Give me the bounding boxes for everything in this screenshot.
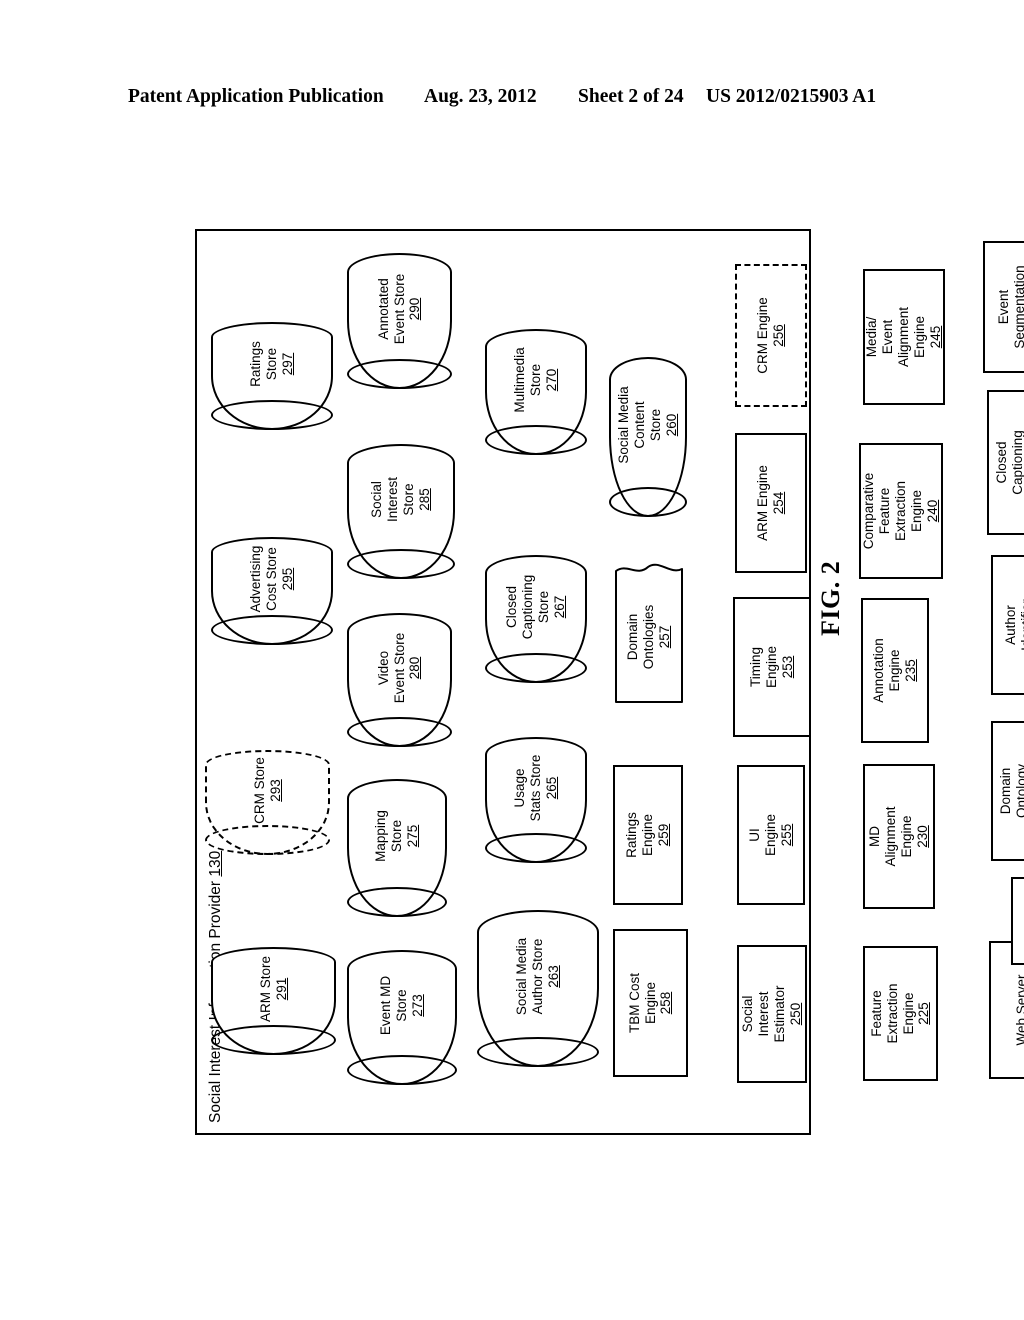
- datastore-closed-captioning-store[interactable]: Closed Captioning Store 267: [485, 555, 587, 683]
- node-ref: 273: [409, 994, 425, 1017]
- component-timing-engine[interactable]: Timing Engine 253: [733, 597, 811, 737]
- node-ref: 254: [771, 491, 786, 515]
- component-author-identifier[interactable]: AuthorIdentifier 210: [991, 555, 1024, 695]
- node-label: Web Server: [1014, 974, 1024, 1046]
- node-ref: 256: [771, 324, 786, 347]
- node-label: Usage Stats Store: [512, 754, 544, 822]
- node-ref: 291: [273, 977, 289, 1001]
- node-ref: 257: [656, 625, 672, 649]
- node-label: MD Alignment Engine: [867, 806, 914, 867]
- node-label: Feature Extraction Engine: [868, 983, 916, 1044]
- datastore-social-media-content-store[interactable]: Social Media Content Store 260: [609, 357, 687, 517]
- component-tbm-cost-engine[interactable]: TBM Cost Engine 258: [613, 929, 688, 1077]
- component-ui-engine[interactable]: UI Engine 255: [737, 765, 805, 905]
- node-ref: 235: [902, 659, 918, 682]
- datastore-ratings-store[interactable]: Ratings Store 297: [211, 322, 333, 430]
- datastore-event-md-store[interactable]: Event MD Store 273: [347, 950, 457, 1085]
- node-label: Video Event Store: [375, 632, 407, 704]
- component-media-event-alignment-engine[interactable]: Media/Event Alignment Engine 245: [863, 269, 945, 405]
- node-label: Author Identifier: [1003, 599, 1024, 651]
- node-label: Comparative Feature Extraction Engine: [861, 472, 924, 550]
- node-label: UI Engine: [747, 813, 779, 857]
- node-label: Media/Event Alignment Engine: [864, 306, 927, 368]
- publication-date: Aug. 23, 2012: [424, 86, 537, 107]
- datastore-video-event-store[interactable]: Video Event Store 280: [347, 613, 452, 747]
- component-domain-ontologies[interactable]: Domain Ontologies 257: [615, 553, 683, 703]
- node-label: Closed Captioning Store: [504, 574, 551, 640]
- node-label: TBM Cost Engine: [626, 973, 658, 1034]
- component-feature-extraction-engine[interactable]: Feature Extraction Engine 225: [863, 946, 938, 1081]
- node-ref: 285: [416, 488, 432, 511]
- node-ref: 230: [914, 825, 930, 848]
- node-label: ARM Store: [257, 955, 273, 1023]
- node-ref: 293: [267, 779, 283, 802]
- node-label: Multimedia Store: [512, 347, 544, 413]
- component-event-segmentation-engine[interactable]: EventSegmentationEngine 220: [983, 241, 1024, 373]
- publication-number: US 2012/0215903 A1: [706, 86, 877, 107]
- datastore-multimedia-store[interactable]: Multimedia Store 270: [485, 329, 587, 455]
- node-label: Domain Ontologies: [625, 604, 657, 670]
- datastore-social-media-author-store[interactable]: Social Media Author Store 263: [477, 910, 599, 1067]
- page-header: Patent Application Publication Aug. 23, …: [0, 86, 1024, 112]
- node-ref: 265: [543, 776, 559, 800]
- datastore-crm-store[interactable]: CRM Store 293: [205, 750, 330, 855]
- node-ref: 280: [407, 656, 423, 680]
- datastore-usage-stats-store[interactable]: Usage Stats Store 265: [485, 737, 587, 863]
- node-ref: 258: [658, 991, 674, 1015]
- node-ref: 263: [545, 965, 561, 988]
- node-ref: 290: [407, 297, 423, 321]
- node-ref: 260: [663, 413, 679, 437]
- component-crm-engine[interactable]: CRM Engine 256: [735, 264, 807, 407]
- node-label: ARM Engine: [755, 465, 771, 541]
- node-label: Social Media Content Store: [616, 386, 663, 464]
- node-label: ClosedCaptioningExtractor: [994, 430, 1024, 495]
- node-label: CRM Engine: [755, 297, 771, 374]
- node-ref: 245: [927, 325, 943, 349]
- node-label: CRM Store: [251, 757, 267, 824]
- datastore-arm-store[interactable]: ARM Store 291: [211, 947, 336, 1055]
- component-comparative-feature-extraction-engine[interactable]: Comparative Feature Extraction Engine 240: [859, 443, 943, 579]
- component-arm-engine[interactable]: ARM Engine 254: [735, 433, 807, 573]
- node-ref: 259: [655, 823, 671, 847]
- publication-title: Patent Application Publication: [128, 86, 384, 107]
- node-ref: 240: [924, 499, 940, 523]
- node-ref: 253: [779, 655, 795, 679]
- component-api[interactable]: API 202: [1011, 877, 1024, 965]
- datastore-annotated-event-store[interactable]: Annotated Event Store 290: [347, 253, 452, 389]
- node-label: Advertising Cost Store: [248, 545, 280, 613]
- component-annotation-engine[interactable]: Annotation Engine 235: [861, 598, 929, 743]
- node-label: Social Interest Estimator: [740, 985, 787, 1043]
- figure-caption: FIG. 2: [816, 560, 845, 636]
- node-label: Annotated Event Store: [375, 273, 407, 345]
- node-ref: 270: [543, 368, 559, 392]
- node-label: Mapping Store: [373, 810, 405, 862]
- node-label: DomainOntologyEngine: [998, 763, 1024, 819]
- datastore-advertising-cost-store[interactable]: Advertising Cost Store 295: [211, 537, 333, 645]
- node-label: Ratings Engine: [624, 812, 656, 858]
- component-domain-ontology-engine[interactable]: DomainOntologyEngine 205: [991, 721, 1024, 861]
- figure-2-diagram: Social Interest Information Provider 130…: [195, 229, 1024, 1135]
- node-label: Social Media Author Store: [514, 937, 546, 1016]
- node-label: Annotation Engine: [871, 638, 903, 703]
- component-md-alignment-engine[interactable]: MD Alignment Engine 230: [863, 764, 935, 909]
- component-ratings-engine[interactable]: Ratings Engine 259: [613, 765, 683, 905]
- node-label: Event MD Store: [378, 975, 410, 1036]
- component-social-interest-estimator[interactable]: Social Interest Estimator 250: [737, 945, 807, 1083]
- node-label: Timing Engine: [748, 645, 780, 689]
- component-closed-captioning-extractor[interactable]: ClosedCaptioningExtractor 215: [987, 390, 1024, 535]
- node-ref: 295: [279, 567, 295, 591]
- container-label-ref: 130: [207, 850, 224, 877]
- datastore-mapping-store[interactable]: Mapping Store 275: [347, 779, 447, 917]
- node-ref: 225: [916, 1002, 932, 1025]
- node-ref: 267: [551, 595, 567, 619]
- node-label: Ratings Store: [248, 341, 280, 387]
- node-label: Social Interest Store: [369, 476, 416, 523]
- node-label: EventSegmentationEngine: [996, 265, 1024, 349]
- node-ref: 297: [279, 352, 295, 376]
- datastore-social-interest-store[interactable]: Social Interest Store 285: [347, 444, 455, 579]
- node-ref: 250: [787, 1002, 803, 1026]
- sheet-number: Sheet 2 of 24: [578, 86, 684, 107]
- node-ref: 275: [404, 824, 420, 848]
- node-ref: 255: [778, 823, 794, 847]
